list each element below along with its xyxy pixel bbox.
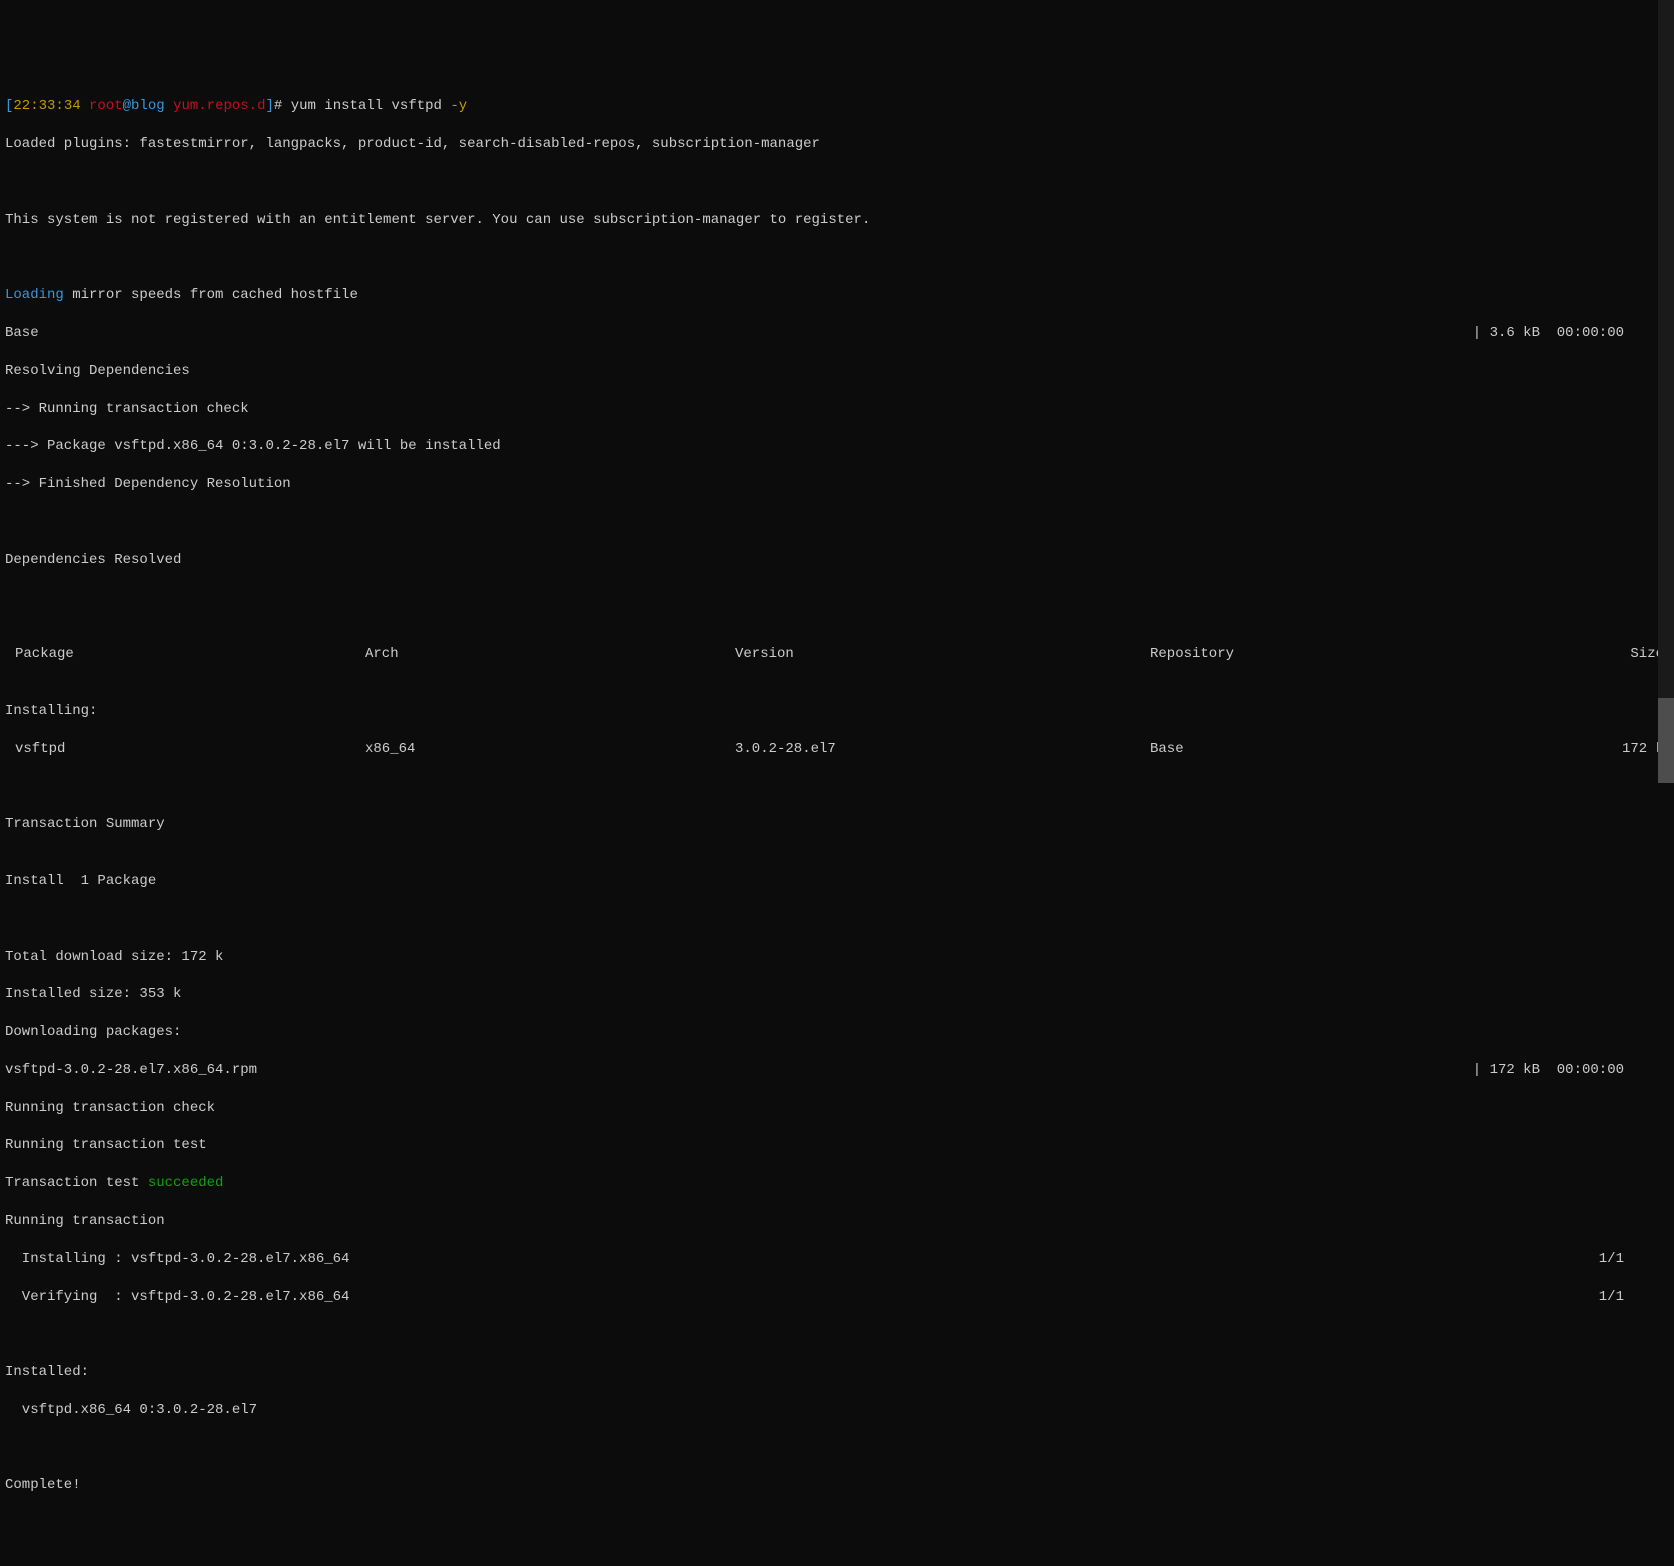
output-loading: Loading mirror speeds from cached hostfi… — [5, 286, 1669, 305]
output-run-tx-check: Running transaction check — [5, 1099, 1669, 1118]
output-rpm-row: vsftpd-3.0.2-28.el7.x86_64.rpm | 172 kB 0… — [5, 1061, 1669, 1080]
output-installing-row: Installing : vsftpd-3.0.2-28.el7.x86_64 1… — [5, 1250, 1669, 1269]
output-pkg-installed: ---> Package vsftpd.x86_64 0:3.0.2-28.el… — [5, 437, 1669, 456]
rpm-size: | 172 kB 00:00:00 — [1473, 1061, 1669, 1080]
installing-pkg: Installing : vsftpd-3.0.2-28.el7.x86_64 — [5, 1250, 349, 1269]
col-size: Size — [1490, 645, 1669, 664]
verifying-pkg: Verifying : vsftpd-3.0.2-28.el7.x86_64 — [5, 1288, 349, 1307]
output-verifying-row: Verifying : vsftpd-3.0.2-28.el7.x86_64 1/… — [5, 1288, 1669, 1307]
succeeded-word: succeeded — [148, 1175, 224, 1191]
output-plugins: Loaded plugins: fastestmirror, langpacks… — [5, 135, 1669, 154]
output-inst-size: Installed size: 353 k — [5, 985, 1669, 1004]
base-size: | 3.6 kB 00:00:00 — [1473, 324, 1669, 343]
prompt-user: root — [89, 98, 123, 114]
command-flag: -y — [450, 98, 467, 114]
base-label: Base — [5, 324, 39, 343]
col-repository: Repository — [1150, 645, 1490, 664]
installing-progress: 1/1 — [1599, 1250, 1669, 1269]
prompt-host: blog — [131, 98, 165, 114]
table-header: PackageArchVersionRepositorySize — [5, 645, 1669, 664]
output-installing-label: Installing: — [5, 702, 1669, 721]
prompt-cwd: yum.repos.d — [173, 98, 265, 114]
output-deps-resolved: Dependencies Resolved — [5, 551, 1669, 570]
table-row: vsftpdx86_643.0.2-28.el7Base172 k — [5, 740, 1669, 759]
blank-line — [5, 249, 1669, 268]
output-not-registered: This system is not registered with an en… — [5, 211, 1669, 230]
col-package: Package — [5, 645, 365, 664]
blank-line — [5, 589, 1669, 608]
prompt-hash: # — [274, 98, 282, 114]
output-base-row: Base | 3.6 kB 00:00:00 — [5, 324, 1669, 343]
output-downloading: Downloading packages: — [5, 1023, 1669, 1042]
output-tx-test-result: Transaction test succeeded — [5, 1174, 1669, 1193]
cell-version: 3.0.2-28.el7 — [735, 740, 1150, 759]
blank-line — [5, 910, 1669, 929]
rpm-name: vsftpd-3.0.2-28.el7.x86_64.rpm — [5, 1061, 257, 1080]
scrollbar[interactable] — [1658, 0, 1674, 783]
loading-rest: mirror speeds from cached hostfile — [64, 287, 358, 303]
command-text: yum install vsftpd — [291, 98, 442, 114]
cell-package: vsftpd — [5, 740, 365, 759]
blank-line — [5, 173, 1669, 192]
prompt-line: [22:33:34 root@blog yum.repos.d]# yum in… — [5, 97, 1669, 116]
prompt-at: @ — [123, 98, 131, 114]
bracket-close: ] — [265, 98, 273, 114]
output-install-count: Install 1 Package — [5, 872, 1669, 891]
prompt-time: 22:33:34 — [13, 98, 80, 114]
output-tx-summary: Transaction Summary — [5, 815, 1669, 834]
blank-line — [5, 513, 1669, 532]
loading-word: Loading — [5, 287, 64, 303]
terminal-output[interactable]: [22:33:34 root@blog yum.repos.d]# yum in… — [5, 79, 1669, 1515]
blank-line — [5, 1439, 1669, 1458]
output-dl-size: Total download size: 172 k — [5, 948, 1669, 967]
cell-size: 172 k — [1490, 740, 1669, 759]
output-running-check: --> Running transaction check — [5, 400, 1669, 419]
col-version: Version — [735, 645, 1150, 664]
output-complete: Complete! — [5, 1476, 1669, 1495]
output-resolving: Resolving Dependencies — [5, 362, 1669, 381]
output-run-tx: Running transaction — [5, 1212, 1669, 1231]
cell-arch: x86_64 — [365, 740, 735, 759]
verifying-progress: 1/1 — [1599, 1288, 1669, 1307]
output-installed-pkg: vsftpd.x86_64 0:3.0.2-28.el7 — [5, 1401, 1669, 1420]
output-installed-label: Installed: — [5, 1363, 1669, 1382]
scrollbar-thumb[interactable] — [1658, 698, 1674, 783]
output-run-tx-test: Running transaction test — [5, 1136, 1669, 1155]
col-arch: Arch — [365, 645, 735, 664]
cell-repository: Base — [1150, 740, 1490, 759]
tx-test-label: Transaction test — [5, 1175, 148, 1191]
blank-line — [5, 1325, 1669, 1344]
output-finished-dep: --> Finished Dependency Resolution — [5, 475, 1669, 494]
blank-line — [5, 778, 1669, 797]
